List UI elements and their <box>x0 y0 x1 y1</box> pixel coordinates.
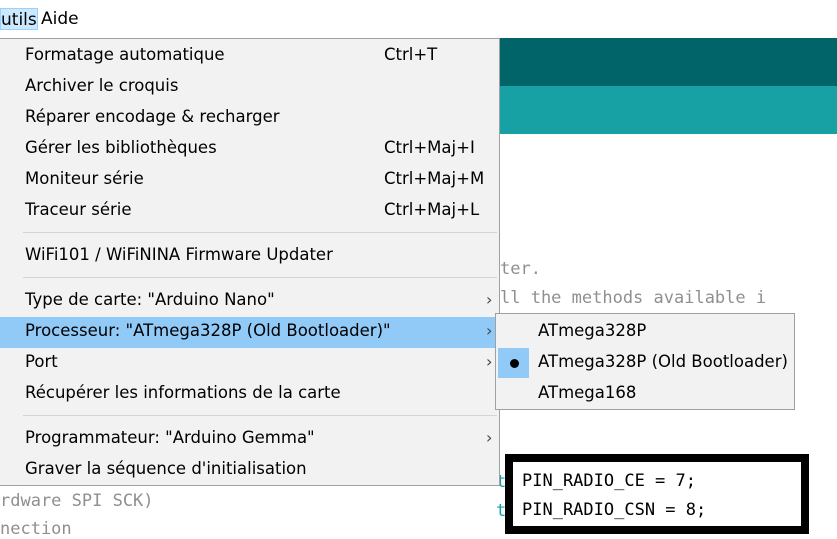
editor-header <box>500 38 837 86</box>
menu-item-label: Traceur série <box>25 200 132 219</box>
submenu-item-label: ATmega328P (Old Bootloader) <box>538 352 788 371</box>
menu-bar: utils Aide <box>0 0 837 38</box>
menu-item-programmateur[interactable]: Programmateur: "Arduino Gemma" › <box>0 424 499 455</box>
submenu-item-label: ATmega328P <box>538 321 647 340</box>
submenu-arrow-icon: › <box>486 321 493 340</box>
submenu-item-atmega168[interactable]: ATmega168 <box>497 379 793 409</box>
menu-item-shortcut: Ctrl+T <box>384 45 438 64</box>
submenu-arrow-icon: › <box>486 352 493 371</box>
editor-toolbar <box>500 86 837 134</box>
menu-item-label: Processeur: "ATmega328P (Old Bootloader)… <box>25 321 391 340</box>
code-pin-radio-csn: PIN_RADIO_CSN = 8; <box>522 500 707 520</box>
menu-item-label: Type de carte: "Arduino Nano" <box>25 290 275 309</box>
menu-separator <box>23 415 497 416</box>
submenu-item-atmega328p[interactable]: ATmega328P <box>497 317 793 347</box>
menu-item-label: Réparer encodage & recharger <box>25 107 280 126</box>
radio-selected-icon <box>510 359 519 368</box>
menu-item-label: Récupérer les informations de la carte <box>25 383 341 402</box>
menu-item-processeur[interactable]: Processeur: "ATmega328P (Old Bootloader)… <box>0 317 499 348</box>
menu-separator <box>23 277 497 278</box>
menu-item-traceur[interactable]: Traceur série Ctrl+Maj+L <box>0 196 499 227</box>
menu-aide[interactable]: Aide <box>41 8 79 30</box>
code-line: nection <box>0 519 72 539</box>
menu-item-wifi-updater[interactable]: WiFi101 / WiFiNINA Firmware Updater <box>0 241 499 272</box>
menu-item-infos-carte[interactable]: Récupérer les informations de la carte <box>0 379 499 410</box>
menu-outils[interactable]: utils <box>0 8 38 30</box>
menu-item-label: Gérer les bibliothèques <box>25 138 217 157</box>
menu-item-label: Port <box>25 352 58 371</box>
code-line: ter. <box>500 259 541 279</box>
menu-item-formatage[interactable]: Formatage automatique Ctrl+T <box>0 41 499 72</box>
menu-separator <box>23 232 497 233</box>
menu-item-reparer[interactable]: Réparer encodage & recharger <box>0 103 499 134</box>
menu-item-shortcut: Ctrl+Maj+L <box>384 200 480 219</box>
menu-item-label: Graver la séquence d'initialisation <box>25 459 307 478</box>
menu-item-graver[interactable]: Graver la séquence d'initialisation <box>0 455 499 486</box>
menu-item-shortcut: Ctrl+Maj+M <box>384 169 485 188</box>
submenu-item-atmega328p-old[interactable]: ATmega328P (Old Bootloader) <box>497 348 793 378</box>
menu-item-bibliotheques[interactable]: Gérer les bibliothèques Ctrl+Maj+I <box>0 134 499 165</box>
submenu-arrow-icon: › <box>486 428 493 447</box>
code-line: rdware SPI SCK) <box>0 491 154 511</box>
code-line: ll the methods available i <box>500 288 767 308</box>
menu-item-label: Archiver le croquis <box>25 76 179 95</box>
menu-item-shortcut: Ctrl+Maj+I <box>384 138 475 157</box>
menu-item-label: Moniteur série <box>25 169 144 188</box>
menu-item-label: Programmateur: "Arduino Gemma" <box>25 428 315 447</box>
code-pin-radio-ce: PIN_RADIO_CE = 7; <box>522 471 696 491</box>
processeur-submenu: ATmega328P ATmega328P (Old Bootloader) A… <box>495 313 795 410</box>
menu-item-label: WiFi101 / WiFiNINA Firmware Updater <box>25 245 333 264</box>
submenu-item-label: ATmega168 <box>538 383 637 402</box>
menu-item-moniteur[interactable]: Moniteur série Ctrl+Maj+M <box>0 165 499 196</box>
menu-item-label: Formatage automatique <box>25 45 225 64</box>
outils-dropdown: Formatage automatique Ctrl+T Archiver le… <box>0 38 500 486</box>
code-highlight-box: PIN_RADIO_CE = 7; PIN_RADIO_CSN = 8; <box>505 454 809 534</box>
submenu-arrow-icon: › <box>486 290 493 309</box>
menu-item-type-carte[interactable]: Type de carte: "Arduino Nano" › <box>0 286 499 317</box>
menu-item-archiver[interactable]: Archiver le croquis <box>0 72 499 103</box>
menu-item-port[interactable]: Port › <box>0 348 499 379</box>
